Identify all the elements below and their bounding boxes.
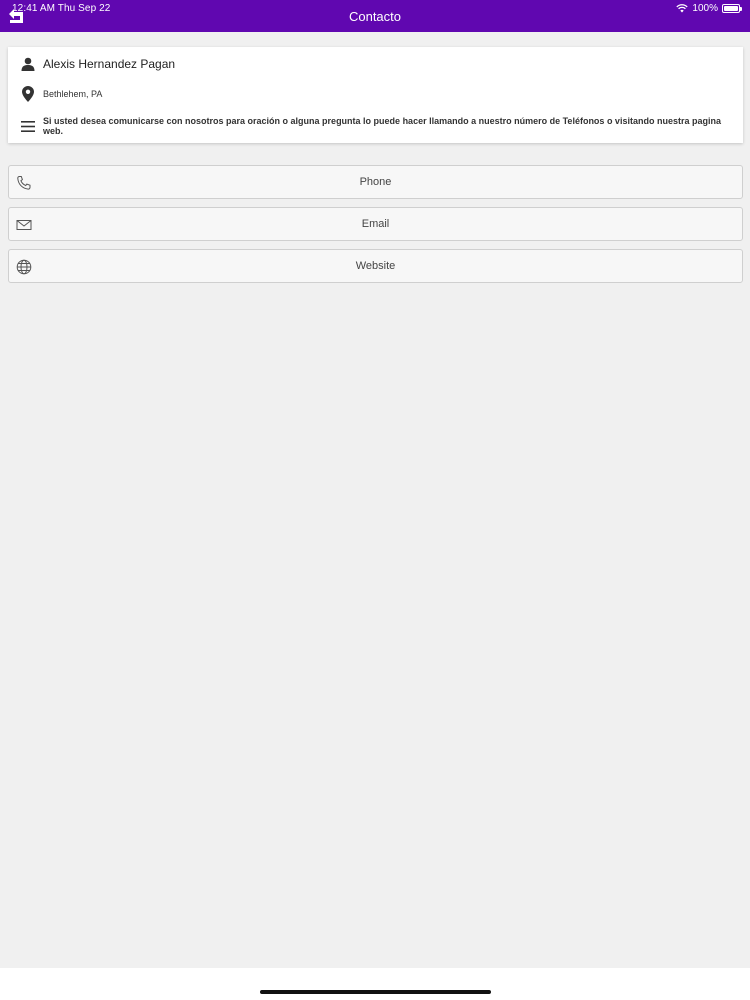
home-indicator[interactable]: [260, 990, 491, 994]
contact-location: Bethlehem, PA: [43, 89, 103, 99]
contact-name: Alexis Hernandez Pagan: [43, 57, 176, 71]
battery-icon: [722, 4, 742, 13]
contact-description: Si usted desea comunicarse con nosotros …: [42, 116, 721, 136]
website-button-label: Website: [355, 260, 396, 272]
contact-info-card: Alexis Hernandez Pagan Bethlehem, PA Si …: [8, 47, 743, 143]
page-title: Contacto: [348, 9, 402, 24]
bottom-bar: [0, 968, 750, 1000]
person-icon: [14, 57, 42, 71]
map-pin-icon: [14, 86, 42, 102]
wifi-icon: [676, 4, 689, 13]
battery-fill: [724, 6, 738, 11]
battery-percent: 100%: [692, 3, 718, 14]
email-button[interactable]: Email: [8, 207, 743, 241]
status-indicators: 100%: [676, 3, 742, 14]
phone-button[interactable]: Phone: [8, 165, 743, 199]
website-button[interactable]: Website: [8, 249, 743, 283]
phone-button-label: Phone: [359, 176, 392, 188]
menu-lines-icon: [14, 120, 42, 132]
email-button-label: Email: [361, 218, 390, 230]
contact-location-row: Bethlehem, PA: [8, 84, 743, 104]
top-bar: 12:41 AM Thu Sep 22 Contacto 100%: [0, 0, 750, 32]
contact-name-row: Alexis Hernandez Pagan: [8, 53, 743, 75]
contact-description-row: Si usted desea comunicarse con nosotros …: [8, 116, 743, 136]
